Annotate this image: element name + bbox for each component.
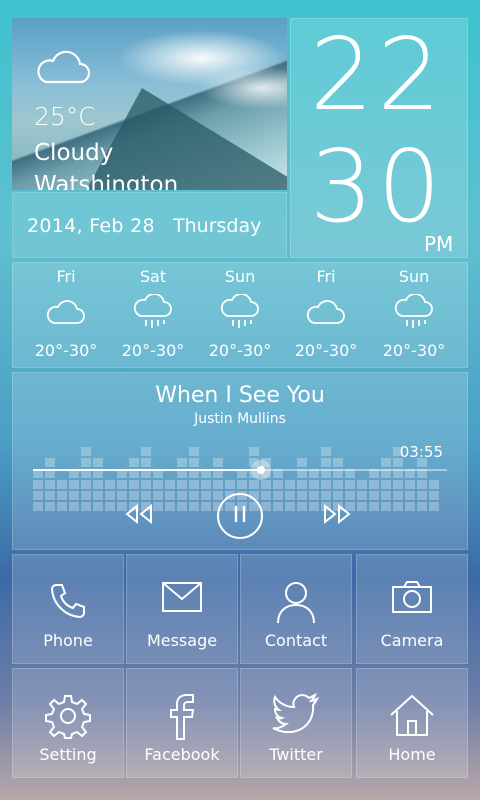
clock-widget[interactable]: 22 30 xyxy=(290,18,468,258)
forecast-temp: 20°-30° xyxy=(208,341,272,360)
forecast-day-name: Fri xyxy=(316,267,336,286)
app-home-button[interactable]: Home xyxy=(356,668,468,778)
forecast-day-name: Sun xyxy=(224,267,256,286)
next-button[interactable] xyxy=(321,503,355,528)
app-label: Phone xyxy=(43,631,93,650)
app-label: Twitter xyxy=(269,745,323,764)
previous-button[interactable] xyxy=(121,503,155,528)
progress-fill xyxy=(33,469,261,471)
forecast-temp: 20°-30° xyxy=(294,341,358,360)
song-artist: Justin Mullins xyxy=(194,411,286,427)
rewind-icon xyxy=(121,503,155,528)
forecast-temp: 20°-30° xyxy=(34,341,98,360)
forecast-temp: 20°-30° xyxy=(382,341,446,360)
weather-temperature: 25°C xyxy=(34,102,96,131)
rain-icon xyxy=(369,289,459,335)
progress-bar[interactable] xyxy=(33,460,447,480)
forecast-day-name: Fri xyxy=(56,267,76,286)
forecast-day: Sat 20°-30° xyxy=(108,267,198,360)
music-player: When I See You Justin Mullins 03:55 xyxy=(12,372,468,550)
forecast-day: Sun 20°-30° xyxy=(195,267,285,360)
cloudy-icon xyxy=(281,289,371,335)
weather-widget[interactable]: 25°C Cloudy Watshington xyxy=(12,18,287,190)
forecast-day: Sun 20°-30° xyxy=(369,267,459,360)
date-row: 2014, Feb 28 Thursday xyxy=(12,192,287,258)
camera-icon xyxy=(357,579,467,615)
pause-button[interactable] xyxy=(217,493,263,539)
facebook-icon xyxy=(127,693,237,741)
forecast-day-name: Sat xyxy=(139,267,167,286)
app-label: Home xyxy=(388,745,436,764)
app-message-button[interactable]: Message xyxy=(126,554,238,664)
app-label: Setting xyxy=(39,745,97,764)
app-label: Contact xyxy=(264,631,328,650)
forecast-day-name: Sun xyxy=(398,267,430,286)
progress-handle[interactable] xyxy=(250,460,271,480)
fast-forward-icon xyxy=(321,503,355,528)
twitter-icon xyxy=(241,693,351,735)
app-label: Camera xyxy=(380,631,444,650)
clock-ampm: PM xyxy=(424,232,454,256)
person-icon xyxy=(241,579,351,625)
gear-icon xyxy=(13,693,123,739)
app-camera-button[interactable]: Camera xyxy=(356,554,468,664)
cloud-icon xyxy=(34,48,92,92)
rain-icon xyxy=(108,289,198,335)
clock-minute: 30 xyxy=(309,128,445,245)
weather-condition: Cloudy xyxy=(34,140,114,166)
envelope-icon xyxy=(127,579,237,615)
weather-city: Watshington xyxy=(34,172,179,190)
cloudy-icon xyxy=(21,289,111,335)
forecast-temp: 20°-30° xyxy=(121,341,185,360)
song-time: 03:55 xyxy=(399,443,443,461)
home-icon xyxy=(357,693,467,737)
date-label: 2014, Feb 28 xyxy=(27,215,155,237)
app-contact-button[interactable]: Contact xyxy=(240,554,352,664)
forecast-day: Fri 20°-30° xyxy=(281,267,371,360)
app-phone-button[interactable]: Phone xyxy=(12,554,124,664)
song-title: When I See You xyxy=(155,383,325,408)
forecast-widget[interactable]: Fri 20°-30° Sat 20°-30° Sun 20°-30° Fri 20°-30°… xyxy=(12,262,468,368)
app-label: Message xyxy=(146,631,218,650)
weekday-label: Thursday xyxy=(173,215,262,237)
app-setting-button[interactable]: Setting xyxy=(12,668,124,778)
app-label: Facebook xyxy=(144,745,220,764)
app-facebook-button[interactable]: Facebook xyxy=(126,668,238,778)
clock-hour: 22 xyxy=(309,16,445,133)
rain-icon xyxy=(195,289,285,335)
forecast-day: Fri 20°-30° xyxy=(21,267,111,360)
app-twitter-button[interactable]: Twitter xyxy=(240,668,352,778)
pause-icon xyxy=(233,504,247,528)
phone-icon xyxy=(13,579,123,623)
